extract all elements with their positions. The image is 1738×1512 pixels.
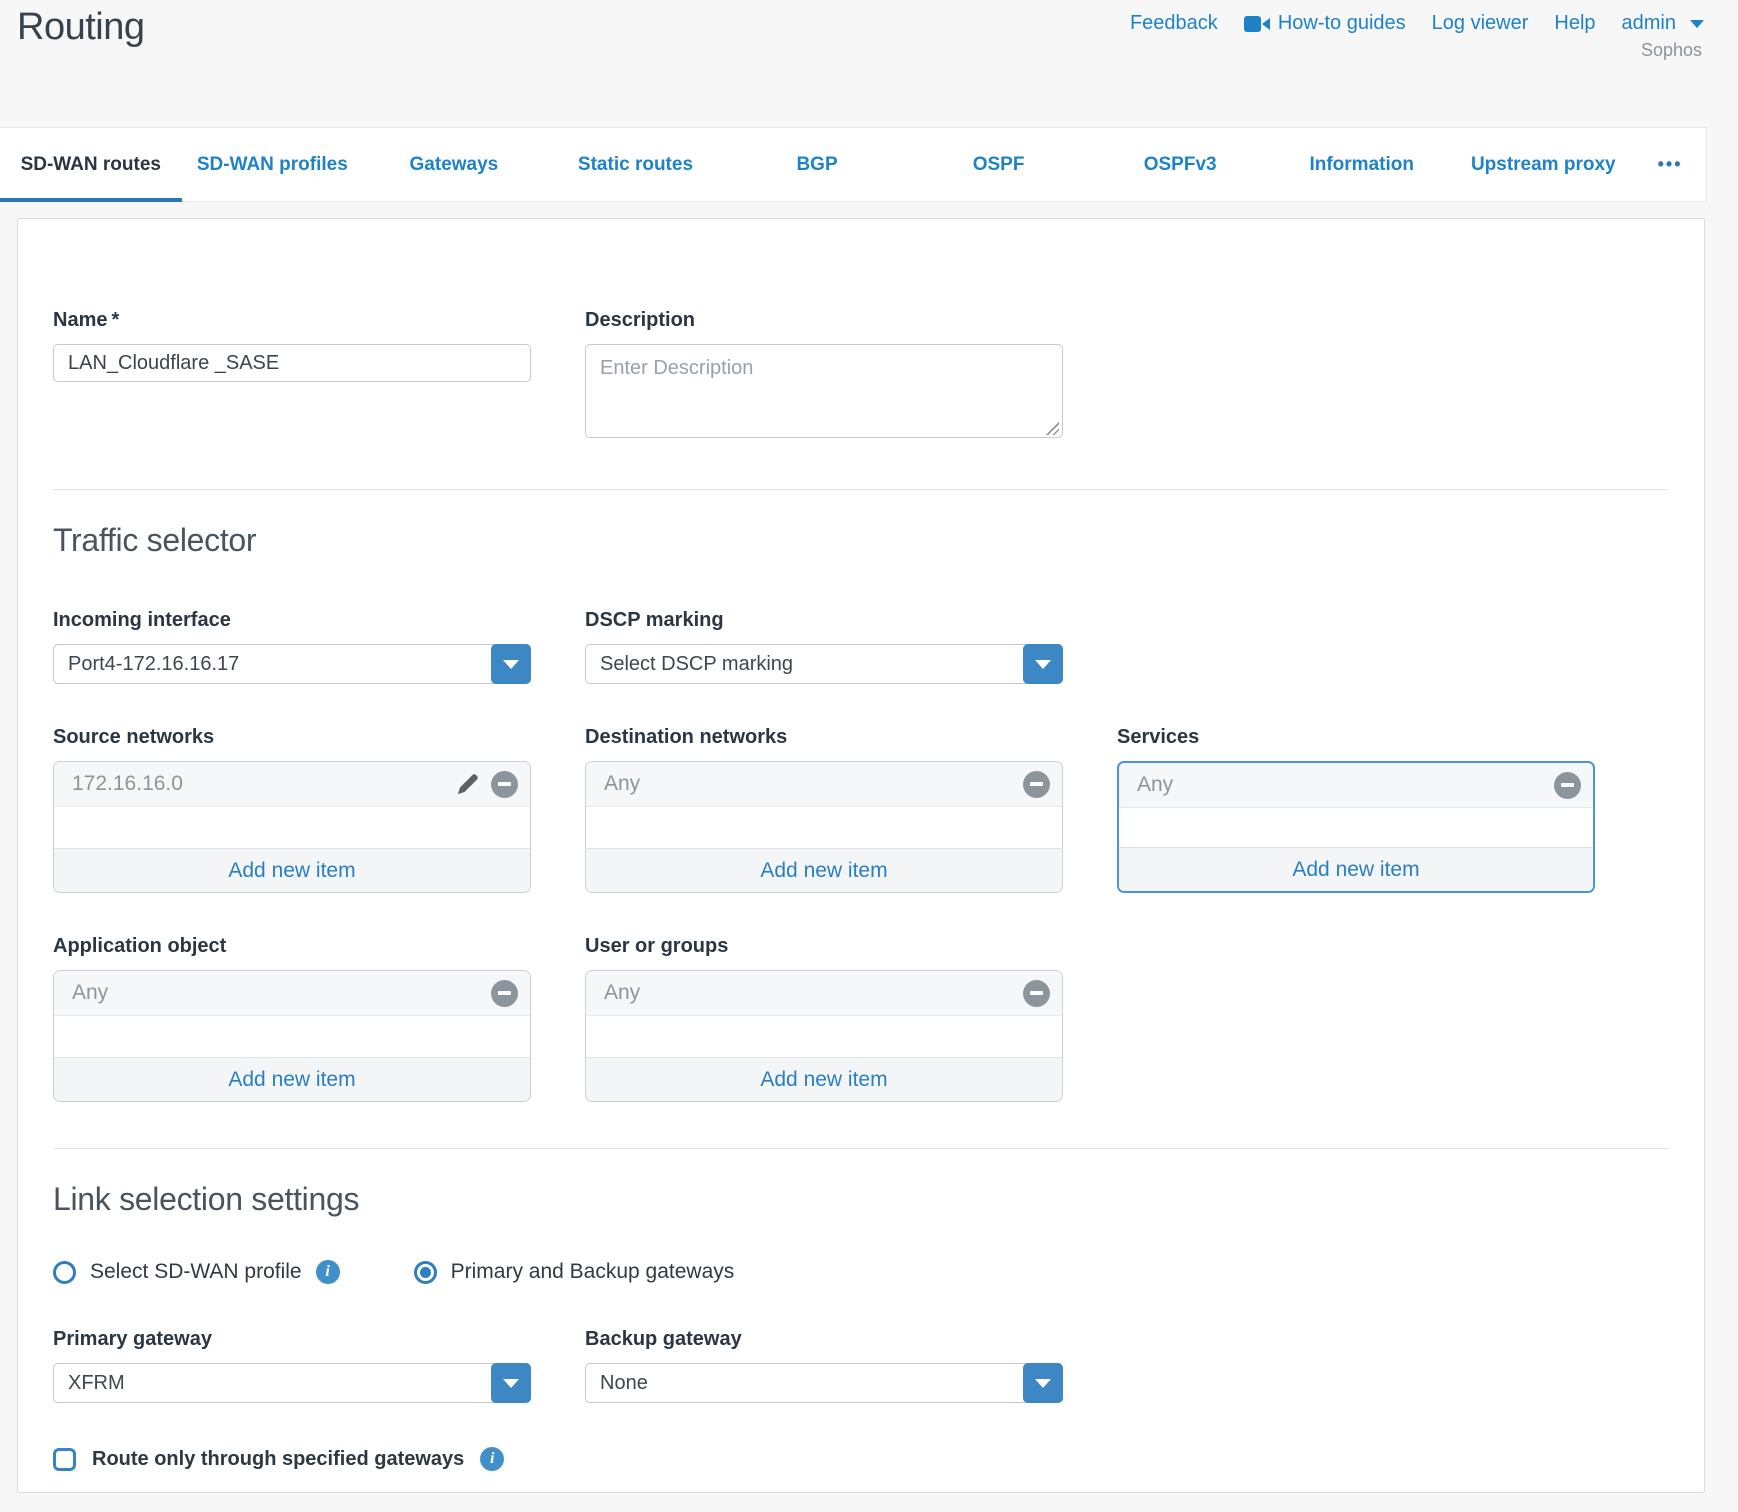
primary-gateway-label: Primary gateway [53, 1328, 531, 1351]
list-item: Any [1119, 763, 1593, 808]
tab-information[interactable]: Information [1271, 128, 1453, 201]
add-new-item-button[interactable]: Add new item [586, 848, 1062, 892]
list-item: 172.16.16.0 [54, 762, 530, 807]
backup-gateway-label: Backup gateway [585, 1328, 1063, 1351]
dropdown-arrow-icon[interactable] [491, 644, 531, 684]
top-navigation: Feedback How-to guides Log viewer Help a… [1130, 12, 1704, 35]
user-menu[interactable]: admin [1622, 12, 1704, 35]
services-group: Services Any Add new item [1117, 726, 1595, 893]
help-link[interactable]: Help [1554, 12, 1595, 35]
dscp-marking-select[interactable]: Select DSCP marking [585, 644, 1063, 684]
user-or-groups-label: User or groups [585, 935, 1063, 958]
tab-ospf[interactable]: OSPF [908, 128, 1090, 201]
tab-sd-wan-routes[interactable]: SD-WAN routes [0, 128, 182, 201]
remove-item-icon[interactable] [491, 771, 518, 798]
radio-select-sdwan-profile[interactable] [53, 1261, 76, 1284]
more-tabs-button[interactable]: ••• [1634, 128, 1706, 201]
add-new-item-button[interactable]: Add new item [586, 1057, 1062, 1101]
section-divider [53, 489, 1669, 490]
services-label: Services [1117, 726, 1595, 749]
backup-gateway-group: Backup gateway None [585, 1328, 1063, 1403]
add-new-item-button[interactable]: Add new item [1119, 847, 1593, 891]
list-item: Any [586, 971, 1062, 1016]
page-title: Routing [17, 6, 144, 49]
info-icon[interactable]: i [480, 1447, 504, 1471]
radio-label[interactable]: Select SD-WAN profile [90, 1260, 302, 1284]
remove-item-icon[interactable] [1023, 771, 1050, 798]
traffic-selector-heading: Traffic selector [53, 522, 1669, 559]
primary-gateway-select[interactable]: XFRM [53, 1363, 531, 1403]
route-only-checkbox[interactable] [53, 1448, 76, 1471]
add-new-item-button[interactable]: Add new item [54, 848, 530, 892]
remove-item-icon[interactable] [1554, 772, 1581, 799]
route-only-label[interactable]: Route only through specified gateways [92, 1448, 464, 1471]
page-header: Routing Feedback How-to guides Log viewe… [0, 0, 1738, 127]
description-field-group: Description [585, 309, 1063, 443]
dscp-marking-label: DSCP marking [585, 609, 1063, 632]
brand-label: Sophos [1641, 40, 1702, 61]
incoming-interface-select[interactable]: Port4-172.16.16.17 [53, 644, 531, 684]
log-viewer-link[interactable]: Log viewer [1432, 12, 1529, 35]
destination-networks-group: Destination networks Any Add new item [585, 726, 1063, 893]
tab-sd-wan-profiles[interactable]: SD-WAN profiles [182, 128, 364, 201]
dropdown-arrow-icon[interactable] [1023, 644, 1063, 684]
dropdown-arrow-icon[interactable] [491, 1363, 531, 1403]
feedback-link[interactable]: Feedback [1130, 12, 1218, 35]
tab-bar: SD-WAN routes SD-WAN profiles Gateways S… [0, 127, 1707, 202]
remove-item-icon[interactable] [491, 980, 518, 1007]
info-icon[interactable]: i [316, 1260, 340, 1284]
remove-item-icon[interactable] [1023, 980, 1050, 1007]
description-textarea[interactable] [585, 344, 1063, 438]
source-networks-label: Source networks [53, 726, 531, 749]
backup-gateway-select[interactable]: None [585, 1363, 1063, 1403]
description-label: Description [585, 309, 1063, 332]
radio-label[interactable]: Primary and Backup gateways [451, 1260, 735, 1284]
tab-upstream-proxy[interactable]: Upstream proxy [1453, 128, 1635, 201]
chevron-down-icon [1690, 20, 1704, 28]
dscp-marking-group: DSCP marking Select DSCP marking [585, 609, 1063, 684]
route-only-row: Route only through specified gateways i [53, 1447, 1669, 1471]
list-item: Any [586, 762, 1062, 807]
dropdown-arrow-icon[interactable] [1023, 1363, 1063, 1403]
application-object-box: Any Add new item [53, 970, 531, 1102]
services-box: Any Add new item [1117, 761, 1595, 893]
link-selection-radios: Select SD-WAN profile i Primary and Back… [53, 1260, 1669, 1284]
source-networks-group: Source networks 172.16.16.0 Add new item [53, 726, 531, 893]
sd-wan-route-form: Name* Description Traffic selector Incom… [17, 218, 1705, 1493]
section-divider [53, 1148, 1669, 1149]
add-new-item-button[interactable]: Add new item [54, 1057, 530, 1101]
destination-networks-label: Destination networks [585, 726, 1063, 749]
link-selection-heading: Link selection settings [53, 1181, 1669, 1218]
tab-bgp[interactable]: BGP [726, 128, 908, 201]
name-field-group: Name* [53, 309, 531, 382]
video-camera-icon [1244, 15, 1270, 33]
application-object-label: Application object [53, 935, 531, 958]
name-label: Name* [53, 309, 531, 332]
incoming-interface-label: Incoming interface [53, 609, 531, 632]
radio-primary-backup-gateways[interactable] [414, 1261, 437, 1284]
primary-gateway-group: Primary gateway XFRM [53, 1328, 531, 1403]
edit-pencil-icon[interactable] [455, 771, 481, 797]
name-input[interactable] [53, 344, 531, 382]
source-networks-box: 172.16.16.0 Add new item [53, 761, 531, 893]
tab-static-routes[interactable]: Static routes [545, 128, 727, 201]
user-or-groups-group: User or groups Any Add new item [585, 935, 1063, 1102]
destination-networks-box: Any Add new item [585, 761, 1063, 893]
incoming-interface-group: Incoming interface Port4-172.16.16.17 [53, 609, 531, 684]
list-item: Any [54, 971, 530, 1016]
tab-gateways[interactable]: Gateways [363, 128, 545, 201]
application-object-group: Application object Any Add new item [53, 935, 531, 1102]
tab-ospfv3[interactable]: OSPFv3 [1089, 128, 1271, 201]
howto-guides-link[interactable]: How-to guides [1244, 12, 1406, 35]
user-or-groups-box: Any Add new item [585, 970, 1063, 1102]
